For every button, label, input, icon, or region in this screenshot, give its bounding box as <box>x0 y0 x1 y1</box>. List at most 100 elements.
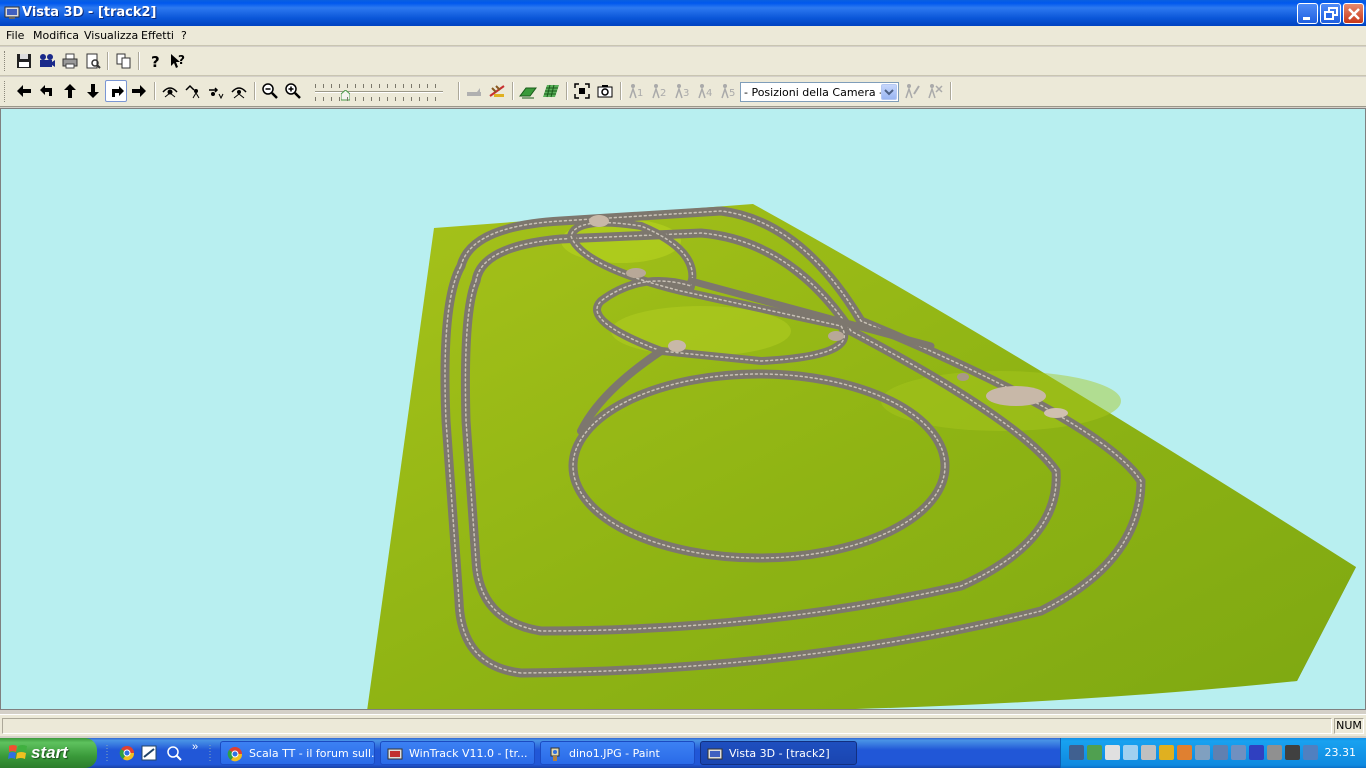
3d-scene[interactable] <box>1 109 1366 710</box>
camera-positions-select[interactable]: - Posizioni della Camera - <box>740 82 899 102</box>
landscape-icon <box>519 87 537 99</box>
svg-text:?: ? <box>151 53 160 70</box>
speaker-icon[interactable] <box>1213 745 1228 760</box>
zoom-in-icon <box>285 83 301 99</box>
toolbar-navigation: 1 2 3 4 5 <box>0 77 1366 107</box>
start-button[interactable]: start <box>0 738 97 768</box>
title-bar: Vista 3D - [track2] <box>0 0 1366 26</box>
minimize-button[interactable] <box>1297 3 1318 24</box>
camera-position-5-button[interactable]: 5 <box>717 80 739 102</box>
display-icon[interactable] <box>1123 745 1138 760</box>
zoom-out-button[interactable] <box>259 80 281 102</box>
antivirus-icon[interactable] <box>1087 745 1102 760</box>
rotate-left-button[interactable] <box>36 80 58 102</box>
chrome-icon[interactable] <box>119 745 135 761</box>
save-button[interactable] <box>13 50 35 72</box>
windows-logo-icon <box>8 745 27 759</box>
system-tray: 23.31 <box>1060 738 1366 768</box>
view-tilt-down-button[interactable] <box>205 80 227 102</box>
task-wintrack[interactable]: WinTrack V11.0 - [tr... <box>380 741 535 765</box>
camera-position-label: 2 <box>660 88 666 99</box>
print-preview-button[interactable] <box>82 50 104 72</box>
camera-position-4-button[interactable]: 4 <box>694 80 716 102</box>
bluetooth-icon[interactable] <box>1249 745 1264 760</box>
print-button[interactable] <box>59 50 81 72</box>
rail-track-icon <box>489 85 505 97</box>
menu-effetti[interactable]: Effetti <box>137 28 178 44</box>
camera-person-icon: 4 <box>698 84 712 99</box>
keyboard-icon[interactable] <box>1105 745 1120 760</box>
task-paint[interactable]: dino1.JPG - Paint <box>540 741 695 765</box>
camera-select-value: - Posizioni della Camera - <box>744 86 884 99</box>
turn-left-icon <box>40 85 52 96</box>
rotate-right-button[interactable] <box>105 80 127 102</box>
paint-icon <box>550 747 560 761</box>
screenshot-button[interactable] <box>594 80 616 102</box>
monitor-icon[interactable] <box>1267 745 1282 760</box>
landscape-button[interactable] <box>517 80 539 102</box>
speed-slider[interactable] <box>313 82 445 102</box>
task-vista3d[interactable]: Vista 3D - [track2] <box>700 741 857 765</box>
toolbar-grip[interactable] <box>4 81 7 102</box>
help-button[interactable]: ? <box>144 50 166 72</box>
usb-icon[interactable] <box>1141 745 1156 760</box>
search-icon[interactable] <box>166 745 182 761</box>
close-button[interactable] <box>1343 3 1364 24</box>
grid-button[interactable] <box>540 80 562 102</box>
computer-icon[interactable] <box>1285 745 1300 760</box>
fit-to-screen-icon <box>574 83 590 99</box>
task-chrome-forum[interactable]: Scala TT - il forum sull... <box>220 741 375 765</box>
context-help-button[interactable]: ? <box>167 50 189 72</box>
wintrack-quicklaunch-icon[interactable] <box>141 745 157 761</box>
move-right-button[interactable] <box>128 80 150 102</box>
camera-position-2-button[interactable]: 2 <box>648 80 670 102</box>
camera-settings-button[interactable] <box>36 50 58 72</box>
camera-position-1-button[interactable]: 1 <box>625 80 647 102</box>
phone-icon[interactable] <box>1231 745 1246 760</box>
network-icon[interactable] <box>1069 745 1084 760</box>
quicklaunch-more-icon[interactable]: » <box>192 741 208 757</box>
slider-ticks <box>315 97 443 101</box>
terrain-level-button[interactable] <box>463 80 485 102</box>
clock: 23.31 <box>1324 746 1357 759</box>
3d-viewport[interactable] <box>0 108 1366 710</box>
view-orbit-button[interactable] <box>228 80 250 102</box>
menu-file[interactable]: File <box>2 28 28 44</box>
camera-position-3-button[interactable]: 3 <box>671 80 693 102</box>
slider-track <box>315 91 443 93</box>
view-walk-button[interactable] <box>159 80 181 102</box>
menu-visualizza[interactable]: Visualizza <box>80 28 142 44</box>
delete-camera-button[interactable] <box>924 80 946 102</box>
save-camera-button[interactable] <box>901 80 923 102</box>
update-icon[interactable] <box>1177 745 1192 760</box>
task-label: Scala TT - il forum sull... <box>249 747 375 760</box>
shield-icon[interactable] <box>1159 745 1174 760</box>
move-up-button[interactable] <box>59 80 81 102</box>
view-tilt-up-button[interactable] <box>182 80 204 102</box>
terrain-flat-icon <box>467 88 481 96</box>
toolbar-separator <box>154 82 156 100</box>
camera-person-icon: 2 <box>652 84 666 99</box>
track-tool-button[interactable] <box>486 80 508 102</box>
zoom-in-button[interactable] <box>282 80 304 102</box>
toolbar-grip[interactable] <box>4 51 7 71</box>
num-lock-indicator: NUM <box>1334 718 1364 734</box>
wifi-icon[interactable] <box>1303 745 1318 760</box>
eye-view-icon <box>162 87 178 98</box>
minimize-icon <box>1303 17 1310 20</box>
copy-button[interactable] <box>113 50 135 72</box>
restore-button[interactable] <box>1320 3 1341 24</box>
toolbar-separator <box>138 52 140 70</box>
chevron-down-icon[interactable] <box>881 84 897 100</box>
slider-ticks <box>315 84 443 88</box>
fit-view-button[interactable] <box>571 80 593 102</box>
menu-help[interactable]: ? <box>177 28 191 44</box>
printer-tray-icon[interactable] <box>1195 745 1210 760</box>
window-title: Vista 3D - [track2] <box>22 5 157 20</box>
move-left-button[interactable] <box>13 80 35 102</box>
camera-position-label: 3 <box>683 88 689 99</box>
move-down-button[interactable] <box>82 80 104 102</box>
toolbar-separator <box>512 82 514 100</box>
menu-modifica[interactable]: Modifica <box>29 28 83 44</box>
status-text <box>2 718 1332 734</box>
